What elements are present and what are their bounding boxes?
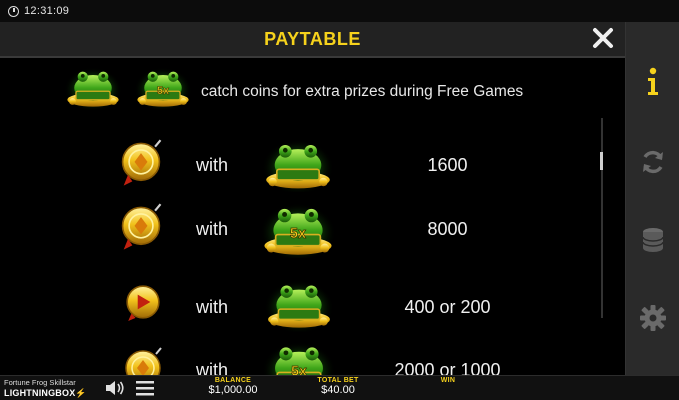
with-label: with [196, 155, 229, 175]
page-title: PAYTABLE [264, 28, 361, 49]
balance-label: BALANCE [214, 377, 252, 384]
frog-symbol [264, 279, 334, 332]
frog-symbol [64, 66, 122, 110]
payout-value: 400 or 200 [404, 297, 491, 317]
svg-text:5x: 5x [290, 226, 306, 242]
frog-symbol [262, 138, 334, 192]
total-bet-label: TOTAL BET [317, 377, 359, 384]
balance-value: $1,000.00 [208, 384, 258, 396]
scrollbar-thumb[interactable] [600, 152, 603, 170]
refresh-icon [643, 150, 663, 174]
intro-text: catch coins for extra prizes during Free… [201, 83, 524, 100]
gear-icon [640, 305, 666, 331]
total-bet-value: $40.00 [321, 384, 355, 396]
frog-5x-symbol: 5x [134, 66, 192, 110]
frog-5x-symbol: 5x [260, 202, 336, 258]
scrollbar-track[interactable] [601, 118, 603, 318]
menu-button[interactable] [134, 379, 156, 400]
paytable-content: 5x catch coins for extra prizes during F… [0, 58, 625, 375]
with-label: with [196, 360, 229, 375]
brand-logo-text-a: LIGHTNING [4, 388, 56, 398]
info-icon [648, 67, 658, 95]
close-icon [593, 28, 613, 48]
bolt-icon: ⚡ [75, 388, 87, 398]
bet-button[interactable] [626, 220, 679, 260]
balance-display: BALANCE $1,000.00 [198, 377, 268, 396]
coin-play-symbol [126, 285, 160, 322]
win-label: WIN [440, 377, 456, 384]
paytable-row: with 5x 8000 [0, 200, 600, 260]
payout-value: 2000 or 1000 [394, 360, 501, 375]
coin-firecracker-small-symbol [125, 347, 162, 375]
with-label: with [196, 219, 229, 239]
speaker-icon [106, 381, 124, 395]
bottom-bar: Fortune Frog Skillstar LIGHTNINGBOX⚡ BAL… [0, 375, 679, 400]
payout-value: 1600 [427, 155, 468, 175]
clock-icon [8, 5, 19, 17]
paytable-row: with 400 or 200 [0, 276, 600, 336]
intro-row: 5x catch coins for extra prizes during F… [0, 64, 625, 110]
status-bar: 12:31:09 [0, 0, 679, 22]
paytable-header: PAYTABLE [0, 22, 625, 58]
close-button[interactable] [591, 26, 615, 50]
status-time: 12:31:09 [24, 5, 70, 17]
paytable-row: with 5x 2000 or 1000 [0, 336, 600, 375]
with-label: with [196, 297, 229, 317]
frog-5x-symbol: 5x [262, 341, 336, 375]
svg-text:5x: 5x [291, 363, 307, 375]
svg-text:5x: 5x [157, 85, 170, 97]
right-sidebar [625, 22, 679, 375]
total-bet-display: TOTAL BET $40.00 [308, 377, 368, 396]
autoplay-button[interactable] [626, 142, 679, 182]
info-button[interactable] [626, 62, 679, 102]
coin-firecracker-symbol [121, 139, 162, 187]
menu-icon [136, 381, 154, 396]
brand-logo-text-b: BOX [55, 388, 76, 398]
win-display: WIN [428, 377, 468, 384]
settings-button[interactable] [626, 298, 679, 338]
coins-icon [642, 228, 664, 252]
brand-logo: LIGHTNINGBOX⚡ [4, 388, 87, 399]
coin-firecracker-symbol [121, 203, 162, 251]
paytable-row: with 1600 [0, 136, 600, 196]
payout-value: 8000 [427, 219, 468, 239]
game-name: Fortune Frog Skillstar [4, 378, 76, 387]
sound-button[interactable] [104, 379, 126, 400]
